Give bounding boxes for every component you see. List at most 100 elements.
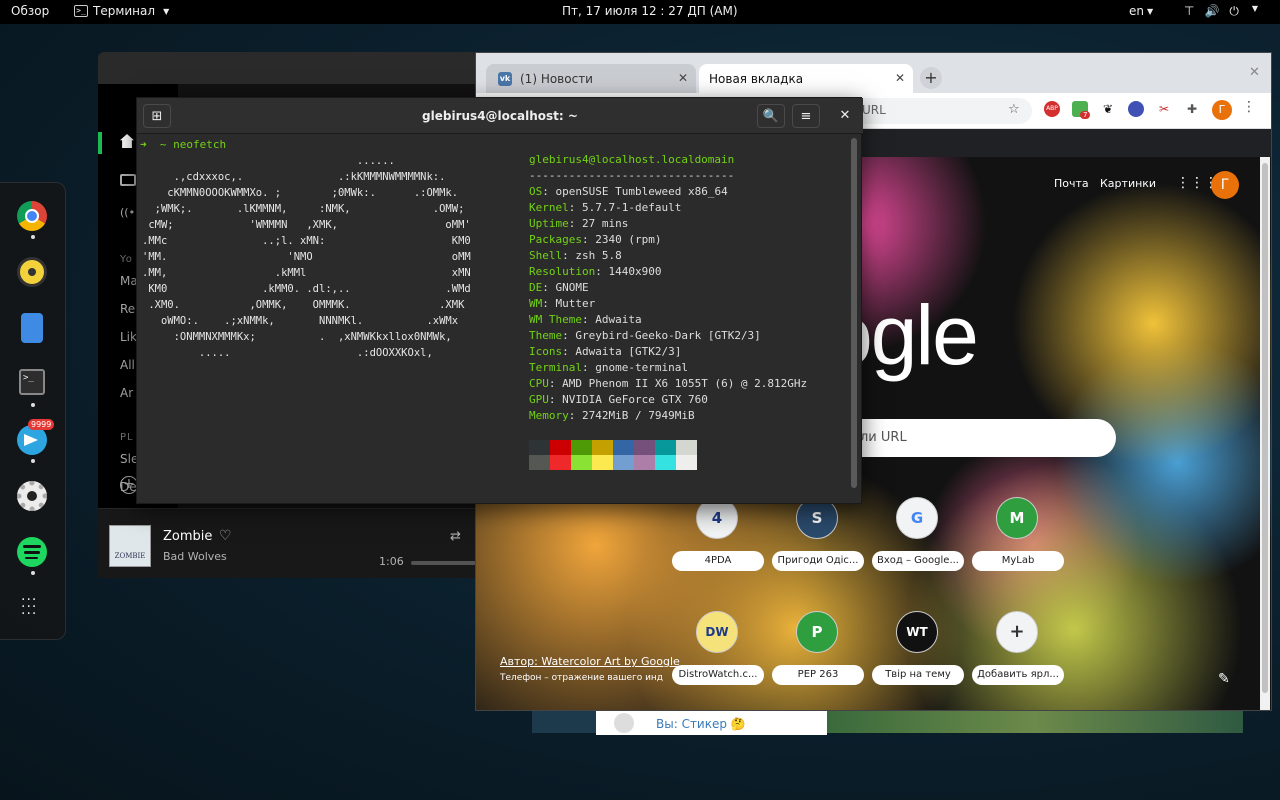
home-icon[interactable] bbox=[120, 134, 134, 148]
close-icon[interactable]: ✕ bbox=[678, 71, 688, 85]
globe-icon[interactable] bbox=[1128, 101, 1144, 117]
info-colon: : bbox=[595, 265, 609, 278]
app-grid-icon[interactable]: ⋅⋅⋅ ⋅⋅⋅ ⋅⋅⋅ bbox=[21, 593, 37, 621]
tools-icon[interactable]: ✂ bbox=[1156, 101, 1172, 117]
chevron-down-icon: ▼ bbox=[1251, 4, 1259, 13]
language-label: en bbox=[1129, 4, 1144, 18]
sidebar-item-recently-played[interactable]: Re bbox=[120, 302, 135, 316]
page-scrollbar[interactable] bbox=[1260, 157, 1270, 710]
sidebar-item-albums[interactable]: All bbox=[120, 358, 135, 372]
terminal-scrollbar[interactable] bbox=[851, 138, 857, 488]
add-shortcut-tile[interactable]: + Добавить ярл... bbox=[972, 611, 1064, 707]
tab-label: (1) Новости bbox=[520, 71, 593, 86]
shortcut-tile[interactable]: DW DistroWatch.c... bbox=[672, 611, 764, 707]
palette-swatch bbox=[592, 455, 613, 470]
menu-kebab-icon[interactable]: ⋮ bbox=[1242, 99, 1256, 115]
images-link[interactable]: Картинки bbox=[1100, 177, 1156, 190]
shortcut-label: PEP 263 bbox=[772, 665, 864, 685]
gmail-link[interactable]: Почта bbox=[1054, 177, 1089, 190]
info-row: GPU: NVIDIA GeForce GTX 760 bbox=[529, 392, 807, 408]
shuffle-icon[interactable]: ⇄ bbox=[450, 529, 461, 544]
info-value: openSUSE Tumbleweed x86_64 bbox=[555, 185, 728, 198]
language-switcher[interactable]: en ▼ bbox=[1129, 4, 1153, 18]
wallpaper-caption-link[interactable]: Телефон – отражение вашего инд bbox=[500, 673, 663, 683]
adblock-icon[interactable]: ABP bbox=[1044, 101, 1060, 117]
shortcut-tile[interactable]: P PEP 263 bbox=[772, 611, 864, 707]
wallpaper-author-link[interactable]: Автор: Watercolor Art by Google bbox=[500, 655, 680, 668]
info-colon: : bbox=[568, 201, 582, 214]
clock[interactable]: Пт, 17 июля 12 : 27 ДП (AM) bbox=[562, 4, 738, 18]
search-icon[interactable]: 🔍 bbox=[757, 104, 785, 128]
shortcut-tile[interactable]: WT Твір на тему bbox=[872, 611, 964, 707]
shortcut-tile[interactable]: 4 4PDA bbox=[672, 497, 764, 593]
shortcut-favicon: DW bbox=[696, 611, 738, 653]
info-key: Kernel bbox=[529, 201, 569, 214]
spotify-icon[interactable] bbox=[17, 537, 47, 567]
shortcut-label: Пригоди Одіс... bbox=[772, 551, 864, 571]
settings-icon[interactable] bbox=[17, 481, 47, 511]
sidebar-item-artists[interactable]: Ar bbox=[120, 386, 133, 400]
terminal-output[interactable]: ➜ ~ neofetch ...... .,cdxxxoc,. .:kKMMMN… bbox=[137, 134, 863, 505]
info-value: Adwaita bbox=[595, 313, 642, 326]
system-tray[interactable]: ⊤ 🔊 ⏻ ▼ bbox=[1184, 4, 1258, 19]
sticker-thumbnail bbox=[614, 713, 634, 733]
rhythmbox-icon[interactable] bbox=[17, 257, 47, 287]
palette-swatch bbox=[634, 440, 655, 455]
new-tab-button[interactable]: + bbox=[920, 67, 942, 89]
shortcut-tile[interactable]: S Пригоди Одіс... bbox=[772, 497, 864, 593]
sidebar-item-liked-songs[interactable]: Lik bbox=[120, 330, 137, 344]
info-row: Resolution: 1440x900 bbox=[529, 264, 807, 280]
palette-row-normal bbox=[529, 440, 697, 455]
customize-pencil-icon[interactable]: ✎ bbox=[1218, 671, 1230, 687]
album-cover[interactable]: ZOMBIE bbox=[109, 525, 151, 567]
elapsed-time: 1:06 bbox=[379, 555, 404, 568]
shortcut-tile[interactable]: G Вход – Google... bbox=[872, 497, 964, 593]
info-row: CPU: AMD Phenom II X6 1055T (6) @ 2.812G… bbox=[529, 376, 807, 392]
palette-swatch bbox=[613, 440, 634, 455]
tab-new-tab[interactable]: Новая вкладка ✕ bbox=[699, 64, 913, 93]
ascii-line: .XM0. ,OMMK, OMMMK. .XMK bbox=[142, 299, 465, 311]
info-value: 2742MiB / 7949MiB bbox=[582, 409, 695, 422]
window-close-button[interactable]: ✕ bbox=[1249, 65, 1260, 80]
activities-button[interactable]: Обзор bbox=[11, 4, 49, 18]
bookmark-star-icon[interactable]: ☆ bbox=[1008, 102, 1020, 117]
shortcut-tile[interactable]: M MyLab bbox=[972, 497, 1064, 593]
search-placeholder: ли URL bbox=[860, 430, 907, 445]
info-key: Terminal bbox=[529, 361, 582, 374]
info-colon: : bbox=[548, 377, 563, 390]
album-cover-text: ZOMBIE bbox=[114, 552, 146, 560]
palette-swatch bbox=[550, 440, 571, 455]
close-icon[interactable]: ✕ bbox=[895, 71, 905, 85]
ascii-line: KM0 .kMM0. .dl:,.. .WMd bbox=[142, 283, 471, 295]
search-box[interactable]: ли URL bbox=[836, 419, 1116, 457]
scrollbar-thumb[interactable] bbox=[1262, 163, 1268, 693]
account-avatar[interactable]: Г bbox=[1211, 171, 1239, 199]
hook-icon[interactable]: ❦ bbox=[1100, 101, 1116, 117]
spotify-titlebar[interactable] bbox=[98, 52, 478, 84]
chrome-icon[interactable] bbox=[17, 201, 47, 231]
shortcut-favicon: P bbox=[796, 611, 838, 653]
profile-avatar[interactable]: Г bbox=[1212, 100, 1232, 120]
top-bar: Обзор >_ Терминал ▼ Пт, 17 июля 12 : 27 … bbox=[0, 0, 1280, 24]
progress-bar[interactable] bbox=[411, 561, 478, 565]
wallpaper-plate bbox=[827, 711, 1243, 733]
track-artist[interactable]: Bad Wolves bbox=[163, 550, 227, 563]
tab-vk-news[interactable]: vk (1) Новости ✕ bbox=[486, 64, 696, 93]
puzzle-icon[interactable]: ✚ bbox=[1184, 101, 1200, 117]
heart-icon[interactable]: ♡ bbox=[219, 528, 232, 544]
info-colon: : bbox=[562, 329, 576, 342]
files-icon[interactable] bbox=[21, 313, 43, 343]
terminal-icon[interactable]: >_ bbox=[19, 369, 45, 395]
info-colon: : bbox=[562, 249, 576, 262]
ascii-line: .MM, .kMMl xMN bbox=[142, 267, 471, 279]
hamburger-menu-icon[interactable]: ≡ bbox=[792, 104, 820, 128]
browse-icon[interactable] bbox=[120, 174, 136, 186]
telegram-preview[interactable]: Вы: Стикер 🤔 bbox=[596, 711, 827, 735]
address-bar-text: URL bbox=[862, 103, 886, 117]
app-menu[interactable]: >_ Терминал ▼ bbox=[74, 4, 169, 18]
track-title[interactable]: Zombie bbox=[163, 529, 212, 544]
terminal-headerbar[interactable]: ⊞ glebirus4@localhost: ~ 🔍 ≡ ✕ bbox=[137, 98, 863, 134]
ascii-line: :ONMMNXMMMKx; . ,xNMWKkxllox0NMWk, bbox=[142, 331, 452, 343]
close-icon[interactable]: ✕ bbox=[831, 104, 859, 128]
ascii-line: cMW; 'WMMMN ,XMK, oMM' bbox=[142, 219, 471, 231]
